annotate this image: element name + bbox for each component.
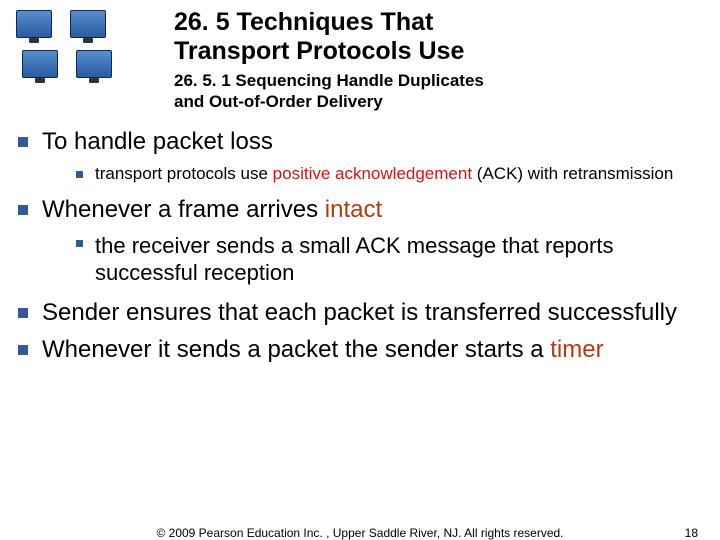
slide-title: 26. 5 Techniques That Transport Protocol… <box>174 8 484 66</box>
bullet-2-text: Whenever a frame arrives intact <box>42 194 382 225</box>
bullet-3: Sender ensures that each packet is trans… <box>18 297 702 328</box>
bullet-2: Whenever a frame arrives intact <box>18 194 702 225</box>
bullet-4-text: Whenever it sends a packet the sender st… <box>42 334 604 365</box>
bullet-icon <box>18 345 28 355</box>
text-frag: transport protocols use <box>95 164 273 183</box>
bullet-2-sub-1-text: the receiver sends a small ACK message t… <box>95 232 702 287</box>
subtitle-line2: and Out-of-Order Delivery <box>174 92 383 111</box>
slide-subtitle: 26. 5. 1 Sequencing Handle Duplicates an… <box>174 70 484 113</box>
bullet-icon <box>18 205 28 215</box>
bullet-icon <box>76 171 83 178</box>
bullet-icon <box>76 240 83 247</box>
bullet-2-sub-1: the receiver sends a small ACK message t… <box>76 232 702 287</box>
bullet-icon <box>18 308 28 318</box>
title-line1: 26. 5 Techniques That <box>174 8 433 36</box>
page-number: 18 <box>685 526 698 540</box>
bullet-icon <box>18 137 28 147</box>
bullet-1-sub-1: transport protocols use positive acknowl… <box>76 163 702 184</box>
keyword-intact: intact <box>325 196 382 223</box>
text-frag: the sender starts a <box>338 336 550 363</box>
subtitle-line1: 26. 5. 1 Sequencing Handle Duplicates <box>174 71 484 90</box>
bullet-4: Whenever it sends a packet the sender st… <box>18 334 702 365</box>
copyright-text: © 2009 Pearson Education Inc. , Upper Sa… <box>0 526 720 540</box>
slide-header: 26. 5 Techniques That Transport Protocol… <box>0 0 720 112</box>
bullet-1: To handle packet loss <box>18 126 702 157</box>
bullet-3-text: Sender ensures that each packet is trans… <box>42 297 677 328</box>
text-frag: (ACK) with retransmission <box>472 164 673 183</box>
slide-body: To handle packet loss transport protocol… <box>0 112 720 365</box>
title-block: 26. 5 Techniques That Transport Protocol… <box>160 6 484 112</box>
keyword-positive-ack: positive acknowledgement <box>273 164 472 183</box>
bullet-1-text: To handle packet loss <box>42 126 273 157</box>
text-frag: Whenever a frame arrives <box>42 196 325 223</box>
keyword-timer: timer <box>550 336 603 363</box>
bullet-1-sub-1-text: transport protocols use positive acknowl… <box>95 163 673 184</box>
text-frag: Whenever it sends a packet <box>42 336 338 363</box>
computers-clipart <box>10 6 160 96</box>
title-line2: Transport Protocols Use <box>174 37 464 65</box>
